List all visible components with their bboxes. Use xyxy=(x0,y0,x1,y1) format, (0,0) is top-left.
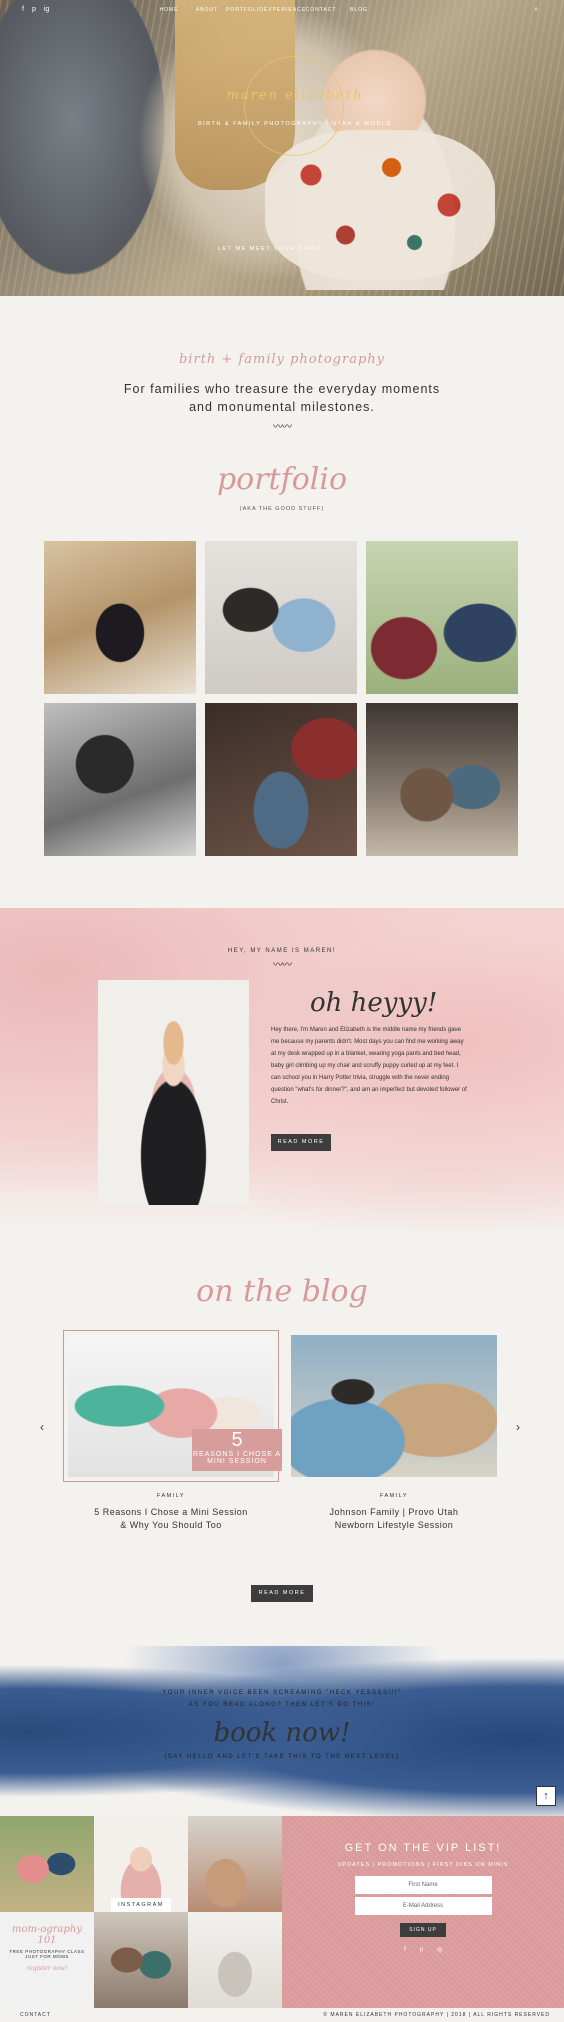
vip-social-icons: f p ig xyxy=(282,1947,564,1953)
blog-post-badge: 5 REASONS I CHOSE A MINI SESSION xyxy=(192,1429,282,1471)
intro-lead-line2: and monumental milestones. xyxy=(189,400,375,414)
intro-lead-line1: For families who treasure the everyday m… xyxy=(123,382,441,396)
mini-class-free: FREE PHOTOGRAPHY CLASS JUST FOR MOMS xyxy=(9,1949,85,1959)
about-heading: oh heyyy! xyxy=(310,988,438,1018)
vip-signup: GET ON THE VIP LIST! UPDATES | PROMOTION… xyxy=(282,1816,564,2008)
instagram-photo-mini-class[interactable]: mom-ography 101 FREE PHOTOGRAPHY CLASS J… xyxy=(0,1912,94,2008)
mini-class-register: register now! xyxy=(26,1965,68,1972)
hero-meet-text: LET ME MEET YOUR CHILD xyxy=(218,246,323,252)
pinterest-icon[interactable]: p xyxy=(420,1947,423,1953)
blog-post-title-line2[interactable]: & Why You Should Too xyxy=(68,1519,274,1532)
about-section: HEY, MY NAME IS MAREN! 〰〰 oh heyyy! Hey … xyxy=(0,908,564,1238)
book-now-section: YOUR INNER VOICE BEEN SCREAMING "HECK YE… xyxy=(0,1646,564,1816)
hero-section: f p ig HOME ABOUT PORTFOLIO EXPERIENCE C… xyxy=(0,0,564,296)
squiggle-divider: 〰〰 xyxy=(273,960,292,971)
portfolio-photo-family-outdoor[interactable] xyxy=(366,541,518,694)
portfolio-photo-birth-bw[interactable] xyxy=(44,703,196,856)
intro-section: birth + family photography For families … xyxy=(0,296,564,446)
blog-post-image[interactable]: 5 REASONS I CHOSE A MINI SESSION xyxy=(63,1330,282,1482)
blog-post-category[interactable]: FAMILY xyxy=(291,1493,497,1499)
book-now-link[interactable]: book now! xyxy=(0,1718,564,1748)
about-kicker: HEY, MY NAME IS MAREN! xyxy=(227,948,337,954)
blog-title: on the blog xyxy=(196,1274,368,1309)
portfolio-subtitle: (AKA THE GOOD STUFF) xyxy=(239,506,325,512)
blog-next-arrow-icon[interactable]: › xyxy=(516,1420,520,1434)
badge-number: 5 xyxy=(231,1429,243,1451)
about-bio: Hey there, I'm Maren and Elizabeth is th… xyxy=(271,1027,467,1105)
mini-class-script: mom-ography 101 xyxy=(11,1924,83,1946)
brand: maren elizabeth BIRTH & FAMILY PHOTOGRAP… xyxy=(150,56,440,156)
nav-blog[interactable]: BLOG xyxy=(340,7,378,13)
about-read-more-button[interactable]: READ MORE xyxy=(271,1134,331,1151)
back-to-top-icon[interactable]: ↑ xyxy=(536,1786,556,1806)
blog-post-title-line1[interactable]: Johnson Family | Provo Utah xyxy=(291,1506,497,1519)
email-field[interactable]: E-Mail Address xyxy=(354,1897,492,1915)
blog-post[interactable]: 5 REASONS I CHOSE A MINI SESSION FAMILY … xyxy=(63,1330,282,1532)
instagram-photo[interactable] xyxy=(0,1816,94,1912)
blog-read-more-button[interactable]: READ MORE xyxy=(251,1585,313,1602)
blog-post[interactable]: FAMILY Johnson Family | Provo Utah Newbo… xyxy=(291,1335,497,1532)
book-line3: (SAY HELLO AND LET'S TAKE THIS TO THE NE… xyxy=(164,1754,400,1760)
blog-prev-arrow-icon[interactable]: ‹ xyxy=(40,1420,44,1434)
vip-subtitle: UPDATES | PROMOTIONS | FIRST DIBS ON MIN… xyxy=(337,1862,509,1868)
instagram-feed: mom-ography 101 FREE PHOTOGRAPHY CLASS J… xyxy=(0,1816,282,2008)
pinterest-icon[interactable]: p xyxy=(32,6,36,13)
instagram-label[interactable]: INSTAGRAM xyxy=(111,1898,171,1912)
nav-about[interactable]: ABOUT xyxy=(188,7,226,13)
book-line2: AS YOU READ ALONG? THEN LET'S DO THIS! xyxy=(188,1702,376,1708)
blog-post-title-line2[interactable]: Newborn Lifestyle Session xyxy=(291,1519,497,1532)
portfolio-photo-newborn-hands[interactable] xyxy=(205,703,357,856)
portfolio-photo-newborn-couple[interactable] xyxy=(205,541,357,694)
footer: CONTACT © MAREN ELIZABETH PHOTOGRAPHY | … xyxy=(0,2008,564,2022)
search-icon[interactable]: ⌕ xyxy=(534,6,538,14)
footer-contact-link[interactable]: CONTACT xyxy=(20,2012,51,2018)
blog-post-title-line1[interactable]: 5 Reasons I Chose a Mini Session xyxy=(68,1506,274,1519)
blog-post-image[interactable] xyxy=(291,1335,497,1477)
nav-portfolio[interactable]: PORTFOLIO xyxy=(226,7,264,13)
nav-experience[interactable]: EXPERIENCE xyxy=(264,7,305,13)
nav-contact[interactable]: CONTACT xyxy=(302,7,340,13)
blog-post-category[interactable]: FAMILY xyxy=(68,1493,274,1499)
signup-button[interactable]: SIGN UP xyxy=(400,1923,446,1937)
instagram-icon[interactable]: ig xyxy=(437,1947,442,1953)
social-links: f p ig xyxy=(22,6,49,13)
squiggle-divider: 〰〰 xyxy=(273,422,292,433)
mini-class-graphic: mom-ography 101 FREE PHOTOGRAPHY CLASS J… xyxy=(6,1924,88,1972)
instagram-photo[interactable] xyxy=(94,1912,188,2008)
intro-lead: For families who treasure the everyday m… xyxy=(0,380,564,416)
portfolio-title: portfolio xyxy=(216,462,348,497)
facebook-icon[interactable]: f xyxy=(404,1947,406,1953)
nav-home[interactable]: HOME xyxy=(150,7,188,13)
instagram-icon[interactable]: ig xyxy=(44,6,49,13)
top-nav: f p ig HOME ABOUT PORTFOLIO EXPERIENCE C… xyxy=(0,0,564,22)
facebook-icon[interactable]: f xyxy=(22,6,24,13)
footer-copyright: © MAREN ELIZABETH PHOTOGRAPHY | 2018 | A… xyxy=(323,2012,550,2018)
portfolio-grid xyxy=(44,541,520,856)
page: f p ig HOME ABOUT PORTFOLIO EXPERIENCE C… xyxy=(0,0,564,2022)
book-line1: YOUR INNER VOICE BEEN SCREAMING "HECK YE… xyxy=(162,1690,402,1696)
portfolio-photo-maternity[interactable] xyxy=(44,541,196,694)
logo-ring xyxy=(244,56,344,156)
portfolio-photo-kitchen-family[interactable] xyxy=(366,703,518,856)
badge-text: REASONS I CHOSE A MINI SESSION xyxy=(192,1451,282,1465)
about-portrait xyxy=(98,980,249,1205)
intro-script-heading: birth + family photography xyxy=(178,352,386,367)
blog-post-title[interactable]: 5 Reasons I Chose a Mini Session & Why Y… xyxy=(68,1506,274,1532)
vip-heading: GET ON THE VIP LIST! xyxy=(344,1842,502,1854)
instagram-photo[interactable] xyxy=(188,1912,282,2008)
instagram-photo[interactable] xyxy=(188,1816,282,1912)
nav-links: HOME ABOUT PORTFOLIO EXPERIENCE CONTACT … xyxy=(150,7,378,13)
first-name-field[interactable]: First Name xyxy=(354,1876,492,1894)
blog-post-title[interactable]: Johnson Family | Provo Utah Newborn Life… xyxy=(291,1506,497,1532)
